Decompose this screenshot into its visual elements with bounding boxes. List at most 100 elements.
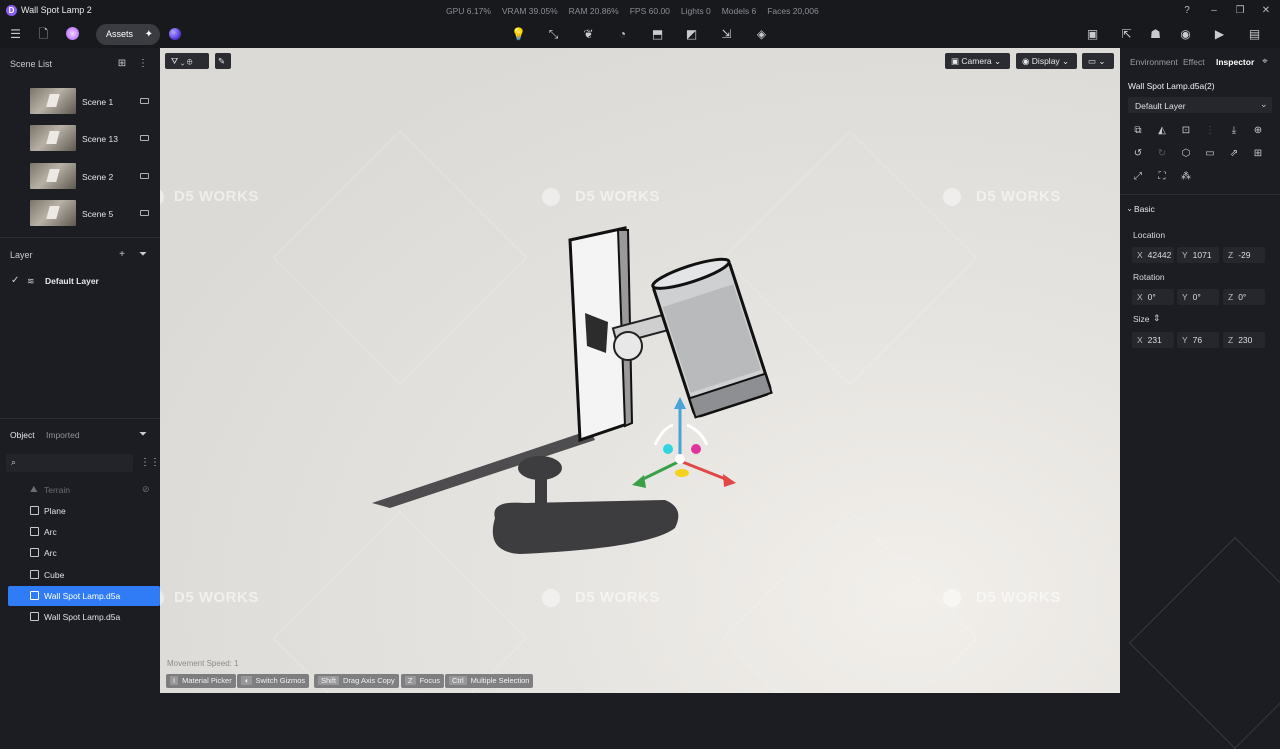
add-layer-icon[interactable]: + (116, 249, 128, 261)
field-value: 231 (1147, 335, 1162, 345)
split-icon[interactable]: ◩ (683, 26, 700, 43)
scene-thumbnail (30, 88, 76, 114)
assets-button[interactable]: Assets ✦ (96, 24, 160, 45)
path-tool-icon[interactable]: ⤡ (545, 26, 562, 43)
new-file-icon[interactable]: 🗋 (35, 26, 52, 43)
minimize-button[interactable]: – (1206, 3, 1222, 19)
water-drop-icon[interactable]: ◔ (614, 26, 631, 43)
scene-thumbnail (30, 200, 76, 226)
tab-imported[interactable]: Imported (46, 430, 80, 440)
layer-select[interactable]: Default Layer ⌄ (1128, 97, 1272, 113)
object-row-selected[interactable]: Wall Spot Lamp.d5a (8, 586, 160, 606)
leaf-icon[interactable]: ❦ (580, 26, 597, 43)
cube-icon (30, 612, 39, 621)
gizmo-mode-button[interactable]: ⛛ ⌄ ⊕ (165, 53, 209, 69)
drop-to-ground-icon[interactable]: ⤓ (1228, 125, 1240, 137)
layers-icon[interactable]: ◈ (753, 26, 770, 43)
export-icon[interactable]: ⇱ (1118, 26, 1135, 43)
location-x-field[interactable]: X 42442 (1132, 247, 1174, 263)
axis-label: Y (1182, 250, 1188, 260)
add-scene-icon[interactable]: ⊞ (116, 58, 128, 70)
hidden-eye-icon[interactable]: ⊘ (142, 484, 150, 495)
camera-icon[interactable] (140, 98, 149, 104)
orb-icon[interactable] (169, 28, 181, 40)
help-icon[interactable]: ? (1179, 3, 1195, 19)
export-icon[interactable]: ⇗ (1228, 148, 1240, 160)
group-icon[interactable]: ⊞ (1252, 148, 1264, 160)
select-icon[interactable]: ⇲ (718, 26, 735, 43)
axis-icon: ⛛ (171, 56, 179, 66)
camera-icon[interactable] (140, 210, 149, 216)
rotation-z-field[interactable]: Z 0° (1223, 289, 1265, 305)
render-icon[interactable]: ▣ (1084, 26, 1101, 43)
pin-icon[interactable]: ⌖ (1259, 56, 1271, 68)
add-icon[interactable]: ⊕ (1252, 125, 1264, 137)
object-row[interactable]: Arc (8, 543, 160, 563)
object-label: Wall Spot Lamp.d5a (44, 591, 121, 601)
size-z-field[interactable]: Z 230 (1223, 332, 1265, 348)
stack-icon[interactable]: ⬡ (1180, 148, 1192, 160)
lock-ratio-icon[interactable]: ⇕ (1153, 313, 1161, 324)
mirror-icon[interactable]: ◭ (1156, 125, 1168, 137)
display-dropdown[interactable]: ◉ Display ⌄ (1016, 53, 1077, 69)
folder-icon[interactable]: ▭ (1204, 148, 1216, 160)
object-row[interactable]: Wall Spot Lamp.d5a (8, 607, 160, 627)
size-x-field[interactable]: X 231 (1132, 332, 1174, 348)
tab-effect[interactable]: Effect (1183, 57, 1205, 67)
align-icon: ⋮ (1205, 125, 1215, 136)
watermark-logo-icon (160, 188, 164, 206)
light-bulb-icon[interactable]: 💡 (510, 26, 527, 43)
object-row[interactable]: Plane (8, 501, 160, 521)
camera-icon[interactable] (140, 135, 149, 141)
hint-label: Drag Axis Copy (343, 676, 395, 685)
rotation-x-field[interactable]: X 0° (1132, 289, 1174, 305)
pen-tool-button[interactable]: ✎ (215, 53, 231, 69)
rotation-label: Rotation (1133, 272, 1165, 282)
undo-icon[interactable]: ↺ (1132, 148, 1144, 160)
layers-icon: ≋ (27, 276, 35, 286)
scatter-icon[interactable]: ⁂ (1180, 171, 1192, 183)
filter-icon[interactable]: ⏷ (137, 429, 149, 441)
hint-label: Switch Gizmos (255, 676, 306, 685)
hint-switch-gizmos: ◖ Switch Gizmos (237, 674, 310, 688)
view-options-dropdown[interactable]: ▭ ⌄ (1082, 53, 1114, 69)
tab-inspector[interactable]: Inspector (1216, 57, 1254, 67)
chevron-down-icon[interactable]: ⌄ (1126, 203, 1133, 214)
share-icon[interactable]: ☗ (1147, 26, 1164, 43)
terrain-icon[interactable]: ⬒ (649, 26, 666, 43)
fit-icon[interactable]: ⛶ (1156, 171, 1168, 183)
size-y-field[interactable]: Y 76 (1177, 332, 1219, 348)
object-search-input[interactable]: ⌕ (6, 454, 133, 472)
close-button[interactable]: ✕ (1258, 3, 1274, 19)
restore-button[interactable]: ❐ (1232, 3, 1248, 19)
transform-gizmo[interactable] (625, 393, 745, 493)
focus-icon[interactable]: ⊡ (1180, 125, 1192, 137)
camera-icon[interactable] (140, 173, 149, 179)
rotation-y-field[interactable]: Y 0° (1177, 289, 1219, 305)
copy-icon[interactable]: ⧉ (1132, 125, 1144, 137)
grid-view-icon[interactable]: ⋮⋮ (140, 457, 160, 469)
scale-icon[interactable]: ⤢ (1132, 171, 1144, 183)
location-y-field[interactable]: Y 1071 (1177, 247, 1219, 263)
tab-environment[interactable]: Environment (1130, 57, 1178, 67)
watermark-text: D5 WORKS (174, 589, 259, 606)
save-icon[interactable]: ▤ (1246, 26, 1263, 43)
location-z-field[interactable]: Z -29 (1223, 247, 1265, 263)
object-row-terrain[interactable]: ⛰ Terrain ⊘ (8, 480, 160, 500)
field-value: 230 (1238, 335, 1253, 345)
3d-viewport[interactable]: D5 WORKS D5 WORKS D5 WORKS D5 WORKS D5 W… (160, 48, 1120, 693)
layer-item-label[interactable]: Default Layer (45, 276, 99, 286)
filter-icon[interactable]: ⏷ (137, 249, 149, 261)
menu-icon[interactable]: ☰ (7, 26, 24, 43)
object-label: Plane (44, 506, 66, 516)
object-row[interactable]: Arc (8, 522, 160, 542)
video-icon[interactable]: ▶ (1211, 26, 1228, 43)
tab-object[interactable]: Object (10, 430, 35, 440)
ai-assistant-icon[interactable] (66, 27, 79, 40)
camera-icon[interactable]: ◉ (1177, 26, 1194, 43)
divider (0, 237, 160, 238)
camera-dropdown[interactable]: ▣ Camera ⌄ (945, 53, 1010, 69)
object-row[interactable]: Cube (8, 565, 160, 585)
assets-label: Assets (106, 29, 134, 39)
more-icon[interactable]: ⋮ (137, 58, 149, 70)
